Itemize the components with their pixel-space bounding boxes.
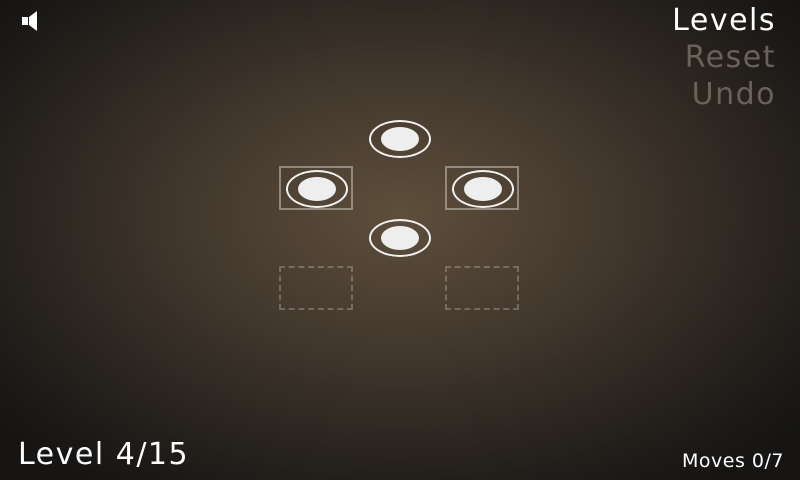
target-slot-empty	[445, 266, 519, 310]
reset-button[interactable]: Reset	[672, 39, 776, 76]
target-slot-empty	[279, 266, 353, 310]
piece-core	[298, 177, 336, 201]
undo-button[interactable]: Undo	[672, 76, 776, 113]
game-piece[interactable]	[452, 170, 514, 208]
moves-counter: Moves 0/7	[682, 450, 784, 472]
piece-core	[381, 226, 419, 250]
game-piece[interactable]	[369, 219, 431, 257]
piece-core	[464, 177, 502, 201]
game-menu: Levels Reset Undo	[672, 2, 776, 113]
game-piece[interactable]	[286, 170, 348, 208]
speaker-icon[interactable]	[20, 10, 46, 32]
level-indicator: Level 4/15	[18, 437, 190, 472]
game-piece[interactable]	[369, 120, 431, 158]
levels-button[interactable]: Levels	[672, 2, 776, 39]
piece-core	[381, 127, 419, 151]
